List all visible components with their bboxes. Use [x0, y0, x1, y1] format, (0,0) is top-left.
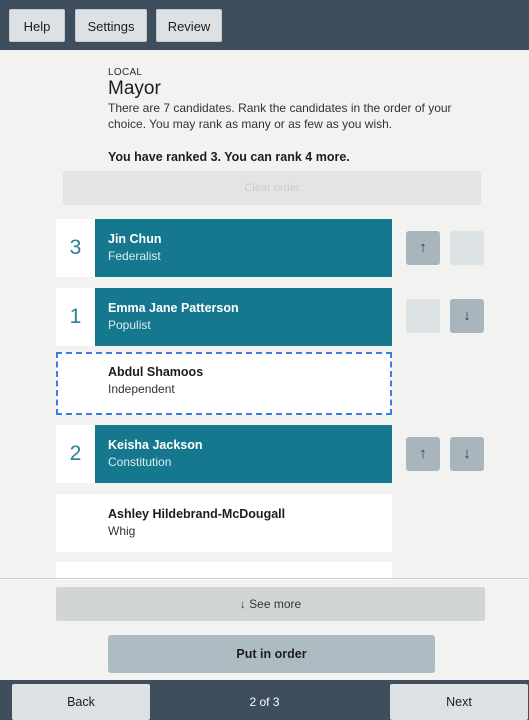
rank-number: 2 [56, 425, 95, 483]
candidate-card-ashley-hildebrand-mcdougall[interactable]: Ashley Hildebrand-McDougall Whig [56, 494, 392, 552]
put-in-order-button[interactable]: Put in order [108, 635, 435, 673]
candidate-party: Populist [108, 318, 151, 332]
candidate-name: Jin Chun [108, 232, 162, 246]
candidate-info: Keisha Jackson Constitution [95, 425, 392, 483]
rank-number: 3 [56, 219, 95, 277]
review-button[interactable]: Review [156, 9, 222, 42]
move-down-button[interactable]: ↓ [450, 437, 484, 471]
bottom-navigation: Back 2 of 3 Next [0, 680, 529, 720]
see-more-button[interactable]: ↓ See more [56, 587, 485, 621]
arrow-down-icon: ↓ [463, 307, 471, 324]
arrow-up-icon: ↑ [419, 307, 427, 324]
contest-panel: LOCAL Mayor There are 7 candidates. Rank… [0, 50, 529, 580]
arrow-down-icon: ↓ [463, 445, 471, 462]
candidate-name: Keisha Jackson [108, 438, 203, 452]
arrow-down-icon: ↓ [463, 239, 471, 256]
next-button[interactable]: Next [390, 684, 528, 720]
contest-title: Mayor [108, 78, 161, 99]
settings-button[interactable]: Settings [75, 9, 147, 42]
move-up-button[interactable]: ↑ [406, 231, 440, 265]
arrow-up-icon: ↑ [419, 445, 427, 462]
candidate-card-keisha-jackson[interactable]: 2 Keisha Jackson Constitution [56, 425, 392, 483]
help-button[interactable]: Help [9, 9, 65, 42]
candidate-card-jin-chun[interactable]: 3 Jin Chun Federalist [56, 219, 392, 277]
ranking-status: You have ranked 3. You can rank 4 more. [108, 150, 350, 164]
candidate-name: Ashley Hildebrand-McDougall [108, 507, 286, 521]
move-up-button[interactable]: ↑ [406, 437, 440, 471]
candidate-party: Constitution [108, 455, 172, 469]
candidate-name: Abdul Shamoos [108, 365, 204, 379]
clear-order-button[interactable]: Clear order [63, 171, 481, 205]
candidate-name: Emma Jane Patterson [108, 301, 239, 315]
candidate-card-abdul-shamoos[interactable]: Abdul Shamoos Independent [56, 352, 392, 415]
candidate-info: Emma Jane Patterson Populist [95, 288, 392, 346]
divider [0, 578, 529, 579]
candidate-party: Federalist [108, 249, 161, 263]
top-toolbar: Help Settings Review [0, 0, 529, 50]
candidate-party: Whig [108, 524, 136, 538]
candidate-info: Jin Chun Federalist [95, 219, 392, 277]
move-down-button[interactable]: ↓ [450, 299, 484, 333]
contest-category: LOCAL [108, 67, 143, 78]
candidate-party: Independent [108, 382, 175, 396]
move-up-button-disabled: ↑ [406, 299, 440, 333]
rank-number: 1 [56, 288, 95, 346]
arrow-up-icon: ↑ [419, 239, 427, 256]
move-down-button-disabled: ↓ [450, 231, 484, 265]
candidate-card-emma-jane-patterson[interactable]: 1 Emma Jane Patterson Populist [56, 288, 392, 346]
contest-instructions: There are 7 candidates. Rank the candida… [108, 101, 452, 131]
